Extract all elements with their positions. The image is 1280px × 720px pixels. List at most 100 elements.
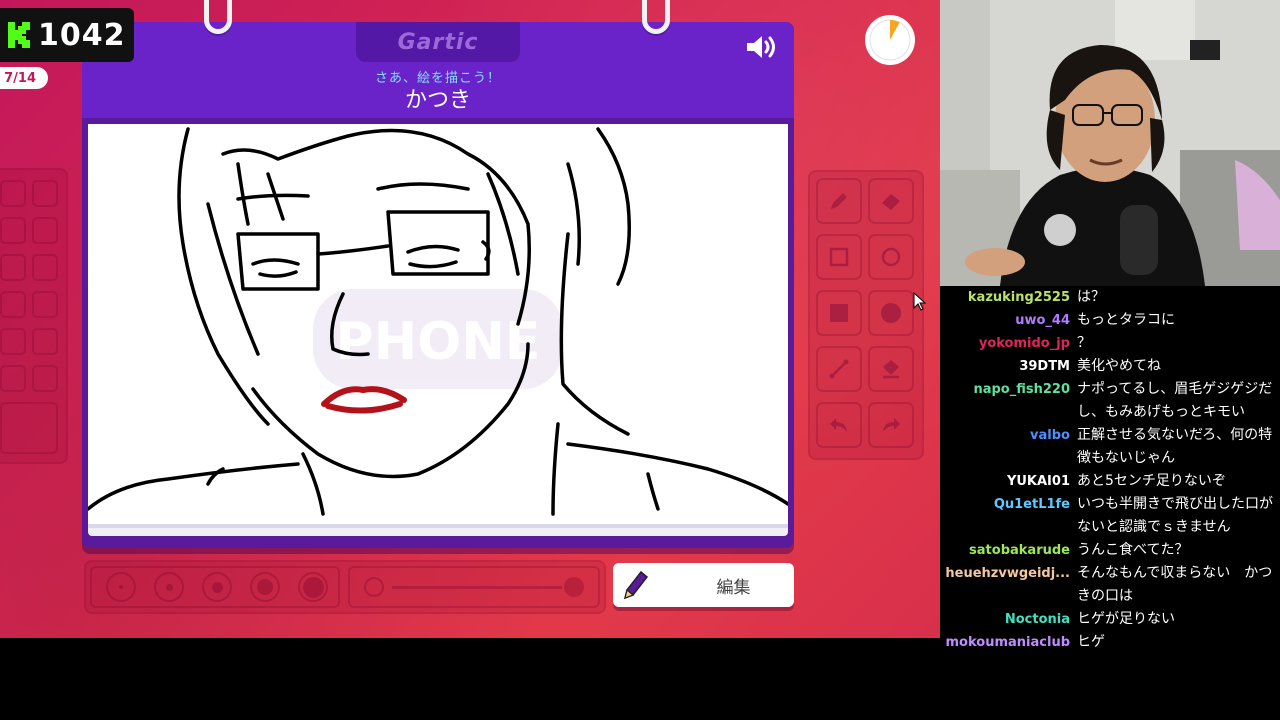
tool-pencil[interactable] [816, 178, 862, 224]
chat-username[interactable]: yokomido_jp [940, 332, 1077, 355]
stroke-size-3[interactable] [202, 572, 232, 602]
palette-swatch[interactable] [0, 365, 26, 392]
kick-logo-icon [8, 22, 30, 48]
redo-icon [883, 418, 900, 432]
chat-text: ヒゲが足りない [1077, 611, 1175, 627]
game-area: 1042 7/14 Gartic さあ、絵を描こう！ かつき PHONE 編集 [0, 0, 940, 638]
chat-message: YUKAI01 あと5センチ足りないぞ [940, 470, 1280, 493]
ellipse-outline-icon [881, 247, 901, 267]
chat-message: valbo 正解させる気ないだろ、何の特徴もないじゃん [940, 424, 1280, 470]
chat-message: heuehzvwgeidj... そんなもんで収まらない かつきの口は [940, 562, 1280, 608]
undo-icon [830, 418, 847, 432]
stroke-size-4[interactable] [250, 572, 280, 602]
bucket-icon [883, 360, 899, 379]
tool-rectangle-fill[interactable] [816, 290, 862, 336]
stroke-size-group [90, 566, 340, 608]
watermark-text: PHONE [336, 312, 541, 372]
chat-username[interactable]: Noctonia [940, 608, 1077, 631]
chat-text: うんこ食べてた？ [1077, 542, 1189, 558]
chat-username[interactable]: YUKAI01 [940, 470, 1077, 493]
palette-swatch[interactable] [32, 180, 58, 207]
tool-ellipse-fill[interactable] [868, 290, 914, 336]
tool-eraser[interactable] [868, 178, 914, 224]
microphone [1120, 205, 1158, 275]
rectangle-fill-icon [830, 304, 848, 322]
watermark: PHONE [313, 289, 563, 389]
chat-message: kazuking2525 は？ [940, 286, 1280, 309]
pencil-icon [831, 193, 847, 209]
opacity-handle[interactable] [564, 577, 584, 597]
mouse-cursor-icon [913, 292, 927, 311]
opacity-track [392, 586, 562, 589]
chat-text: ？ [1077, 335, 1091, 351]
chat-message: uwo_44 もっとタラコに [940, 309, 1280, 332]
chat-username[interactable]: kazuking2525 [940, 286, 1077, 309]
binder-ring-right [642, 0, 670, 34]
player-name: かつき [404, 88, 471, 113]
chat-username[interactable]: Qu1etL1fe [940, 493, 1077, 539]
palette-swatch[interactable] [32, 291, 58, 318]
stroke-controls [84, 560, 606, 614]
edit-button[interactable]: 編集 [613, 563, 794, 607]
timer-icon [865, 15, 915, 65]
palette-swatch[interactable] [32, 217, 58, 244]
palette-swatch[interactable] [32, 254, 58, 281]
chat-text: 美化やめてね [1077, 358, 1161, 374]
drawing-svg: PHONE [88, 127, 788, 516]
palette-swatch[interactable] [0, 254, 26, 281]
chat-text: あと5センチ足りないぞ [1077, 473, 1226, 489]
score-badge: 1042 [0, 8, 134, 62]
wall-flag [1190, 40, 1220, 60]
rectangle-outline-icon [829, 247, 849, 267]
drawing-notebook: Gartic さあ、絵を描こう！ かつき PHONE [82, 22, 794, 548]
tool-bucket[interactable] [868, 346, 914, 392]
tool-undo[interactable] [816, 402, 862, 448]
eraser-icon [882, 194, 900, 210]
chat-message: Qu1etL1fe いつも半開きで飛び出した口がないと認識でｓきません [940, 493, 1280, 539]
binder-ring-left [204, 0, 232, 34]
chat-message: napo_fish220 ナポってるし、眉毛ゲジゲジだし、もみあげもっとキモい [940, 378, 1280, 424]
chat-text: もっとタラコに [1077, 312, 1175, 328]
chat-username[interactable]: mokoumaniaclub [940, 631, 1077, 654]
logo-tab: Gartic [356, 22, 520, 62]
chat-text: そんなもんで収まらない かつきの口は [1077, 565, 1273, 604]
line-icon [829, 359, 849, 379]
chat-message: yokomido_jp？ [940, 332, 1280, 355]
palette-swatch[interactable] [0, 291, 26, 318]
chat-username[interactable]: heuehzvwgeidj... [940, 562, 1077, 608]
palette-swatch[interactable] [0, 328, 26, 355]
stroke-size-1[interactable] [106, 572, 136, 602]
chat-username[interactable]: uwo_44 [940, 309, 1077, 332]
chat-text: は？ [1077, 289, 1105, 305]
score-value: 1042 [38, 17, 126, 53]
chat-message: Noctonia ヒゲが足りない [940, 608, 1280, 631]
palette-swatch[interactable] [32, 365, 58, 392]
chat-username[interactable]: 39DTM [940, 355, 1077, 378]
palette-swatch-wide[interactable] [0, 402, 58, 454]
webcam-image [940, 0, 1280, 286]
chat-text: いつも半開きで飛び出した口がないと認識でｓきません [1077, 496, 1273, 535]
tool-line[interactable] [816, 346, 862, 392]
canvas-edge [88, 528, 788, 536]
chat-username[interactable]: valbo [940, 424, 1077, 470]
chat-username[interactable]: napo_fish220 [940, 378, 1077, 424]
lips-stroke [321, 386, 407, 414]
opacity-slider[interactable] [348, 566, 600, 608]
palette-swatch[interactable] [0, 180, 26, 207]
stroke-size-5[interactable] [298, 572, 328, 602]
chat-message: 39DTM 美化やめてね [940, 355, 1280, 378]
palette-swatch[interactable] [32, 328, 58, 355]
opacity-min-knob [364, 577, 384, 597]
chat-username[interactable]: satobakarude [940, 539, 1077, 562]
tool-rectangle-outline[interactable] [816, 234, 862, 280]
chat-panel: kazuking2525 は？ uwo_44 もっとタラコに yokomido_jp？ 3… [940, 286, 1280, 720]
sound-icon[interactable] [744, 32, 780, 62]
chat-message: mokoumaniaclub ヒゲ [940, 631, 1280, 654]
chat-text: ヒゲ [1077, 634, 1105, 650]
tool-ellipse-outline[interactable] [868, 234, 914, 280]
stroke-size-2[interactable] [154, 572, 184, 602]
tool-redo[interactable] [868, 402, 914, 448]
round-counter: 7/14 [0, 67, 48, 89]
drawing-canvas[interactable]: PHONE [88, 124, 788, 528]
palette-swatch[interactable] [0, 217, 26, 244]
